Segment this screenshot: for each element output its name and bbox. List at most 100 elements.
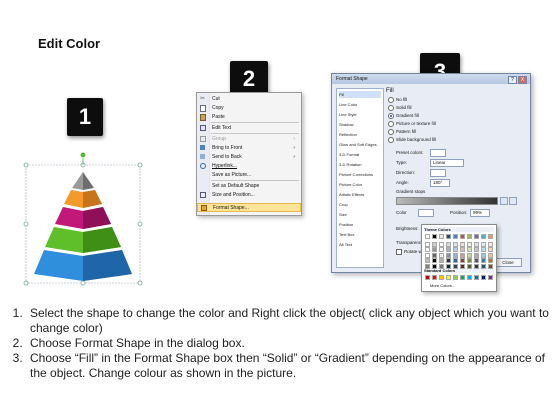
theme-color-swatch[interactable]: [446, 247, 451, 252]
pyramid-shape[interactable]: [20, 150, 150, 290]
close-button[interactable]: Close: [494, 258, 522, 267]
nav-item-artistic-effects[interactable]: Artistic Effects: [339, 191, 381, 198]
menu-item-size-position[interactable]: Size and Position...: [197, 191, 301, 199]
theme-color-swatch[interactable]: [439, 247, 444, 252]
nav-item-text-box[interactable]: Text Box: [339, 231, 381, 238]
menu-item-paste[interactable]: Paste: [197, 113, 301, 121]
theme-color-swatch[interactable]: [467, 241, 472, 247]
standard-color-swatch[interactable]: [460, 275, 465, 280]
remove-stop-button[interactable]: [509, 197, 517, 205]
theme-color-swatch[interactable]: [439, 263, 444, 269]
menu-item-save-as-picture[interactable]: Save as Picture...: [197, 171, 301, 179]
radio-slide-background-fill[interactable]: [388, 137, 394, 143]
standard-color-swatch[interactable]: [467, 275, 472, 280]
nav-item-picture-color[interactable]: Picture Color: [339, 181, 381, 188]
theme-color-swatch[interactable]: [481, 263, 486, 269]
standard-color-swatch[interactable]: [453, 275, 458, 280]
theme-color-swatch[interactable]: [453, 258, 458, 263]
menu-item-cut[interactable]: ✂ Cut: [197, 95, 301, 103]
direction-dropdown[interactable]: [430, 169, 446, 177]
radio-pattern-fill[interactable]: [388, 129, 394, 135]
theme-color-swatch[interactable]: [432, 263, 437, 269]
theme-color-swatch[interactable]: [425, 263, 430, 269]
menu-item-hyperlink[interactable]: Hyperlink...: [197, 162, 301, 170]
theme-color-swatch[interactable]: [446, 234, 451, 239]
theme-color-swatch[interactable]: [467, 247, 472, 252]
theme-color-swatch[interactable]: [481, 241, 486, 247]
theme-color-swatch[interactable]: [460, 234, 465, 239]
theme-color-swatch[interactable]: [460, 247, 465, 252]
theme-color-swatch[interactable]: [439, 258, 444, 263]
standard-color-swatch[interactable]: [432, 275, 437, 280]
theme-color-swatch[interactable]: [432, 252, 437, 258]
theme-color-swatch[interactable]: [474, 258, 479, 263]
angle-input[interactable]: 180°: [430, 179, 450, 187]
type-dropdown[interactable]: Linear: [430, 159, 464, 167]
nav-item-reflection[interactable]: Reflection: [339, 131, 381, 138]
theme-color-swatch[interactable]: [439, 241, 444, 247]
nav-item-3d-format[interactable]: 3-D Format: [339, 151, 381, 158]
theme-color-swatch[interactable]: [460, 252, 465, 258]
help-button[interactable]: ?: [508, 76, 517, 84]
add-stop-button[interactable]: [500, 197, 508, 205]
radio-no-fill[interactable]: [388, 97, 394, 103]
standard-color-swatch[interactable]: [488, 275, 493, 280]
theme-color-swatch[interactable]: [488, 252, 493, 258]
menu-item-group[interactable]: Group ›: [197, 135, 301, 143]
theme-color-swatch[interactable]: [439, 252, 444, 258]
theme-color-swatch[interactable]: [481, 234, 486, 239]
theme-color-swatch[interactable]: [446, 263, 451, 269]
theme-color-swatch[interactable]: [425, 234, 430, 239]
nav-item-position[interactable]: Position: [339, 221, 381, 228]
nav-item-line-style[interactable]: Line Style: [339, 111, 381, 118]
nav-item-3d-rotation[interactable]: 3-D Rotation: [339, 161, 381, 168]
menu-item-copy[interactable]: Copy: [197, 104, 301, 112]
rotate-with-shape-checkbox[interactable]: [396, 249, 402, 255]
radio-picture-fill[interactable]: [388, 121, 394, 127]
theme-color-swatch[interactable]: [439, 234, 444, 239]
close-icon[interactable]: X: [518, 76, 527, 84]
theme-color-swatch[interactable]: [488, 241, 493, 247]
nav-item-line-color[interactable]: Line Color: [339, 101, 381, 108]
theme-color-swatch[interactable]: [432, 241, 437, 247]
position-input[interactable]: 99%: [470, 209, 490, 217]
theme-color-swatch[interactable]: [432, 258, 437, 263]
theme-color-swatch[interactable]: [488, 234, 493, 239]
nav-item-picture-corrections[interactable]: Picture Corrections: [339, 171, 381, 178]
nav-item-size[interactable]: Size: [339, 211, 381, 218]
theme-color-swatch[interactable]: [432, 234, 437, 239]
standard-color-swatch[interactable]: [425, 275, 430, 280]
radio-solid-fill[interactable]: [388, 105, 394, 111]
menu-item-format-shape[interactable]: Format Shape...: [197, 203, 301, 212]
theme-color-swatch[interactable]: [453, 263, 458, 269]
nav-item-alt-text[interactable]: Alt Text: [339, 241, 381, 248]
nav-item-glow[interactable]: Glow and Soft Edges: [339, 141, 381, 148]
theme-color-swatch[interactable]: [432, 247, 437, 252]
theme-color-swatch[interactable]: [467, 234, 472, 239]
preset-colors-dropdown[interactable]: [430, 149, 446, 157]
theme-color-swatch[interactable]: [474, 234, 479, 239]
theme-color-swatch[interactable]: [467, 258, 472, 263]
theme-color-swatch[interactable]: [481, 258, 486, 263]
theme-color-swatch[interactable]: [453, 234, 458, 239]
theme-color-swatch[interactable]: [474, 247, 479, 252]
theme-color-swatch[interactable]: [474, 241, 479, 247]
theme-color-swatch[interactable]: [425, 247, 430, 252]
theme-color-swatch[interactable]: [425, 241, 430, 247]
theme-color-swatch[interactable]: [446, 258, 451, 263]
menu-item-edit-text[interactable]: Edit Text: [197, 124, 301, 132]
standard-color-swatch[interactable]: [481, 275, 486, 280]
theme-color-swatch[interactable]: [453, 241, 458, 247]
theme-color-swatch[interactable]: [446, 252, 451, 258]
menu-item-set-default-shape[interactable]: Set as Default Shape: [197, 182, 301, 190]
pyramid-layer-top[interactable]: [72, 172, 83, 190]
nav-item-fill[interactable]: Fill: [339, 91, 381, 98]
more-colors-item[interactable]: More Colors...: [430, 283, 455, 288]
color-picker-button[interactable]: [418, 209, 434, 217]
rotate-handle[interactable]: [80, 152, 86, 158]
theme-color-swatch[interactable]: [474, 263, 479, 269]
theme-color-swatch[interactable]: [425, 252, 430, 258]
theme-color-swatch[interactable]: [425, 258, 430, 263]
radio-gradient-fill[interactable]: [388, 113, 394, 119]
standard-color-swatch[interactable]: [439, 275, 444, 280]
